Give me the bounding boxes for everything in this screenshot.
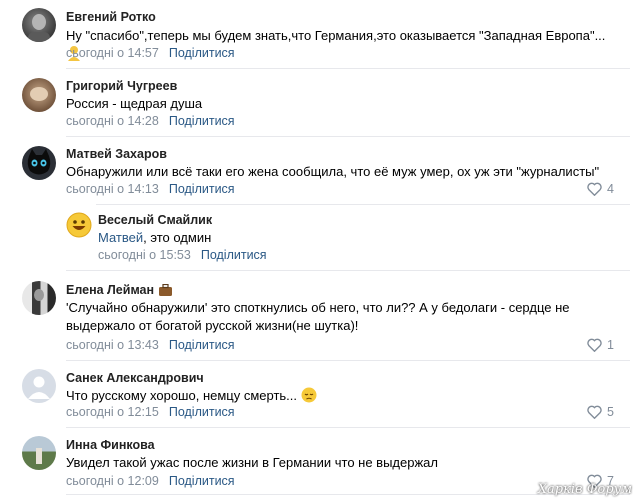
comment-text-body: Ну "спасибо",теперь мы будем знать,что Г…: [66, 28, 606, 43]
comment-time[interactable]: сьогодні о 14:57: [66, 46, 159, 60]
avatar[interactable]: [66, 212, 92, 238]
like-button[interactable]: 4: [587, 182, 614, 196]
watermark: Харків Форум: [537, 482, 632, 497]
like-button[interactable]: 1: [587, 338, 614, 352]
heart-icon: [587, 338, 602, 352]
comment-meta: сьогодні о 14:28 Поділитися: [66, 114, 235, 128]
avatar[interactable]: [22, 146, 56, 180]
comment-author[interactable]: Григорий Чугреев: [66, 79, 177, 93]
share-link[interactable]: Поділитися: [169, 474, 235, 488]
comment-meta: сьогодні о 14:57 Поділитися: [66, 46, 235, 60]
share-link[interactable]: Поділитися: [169, 182, 235, 196]
photo-avatar-green-icon: [36, 448, 42, 464]
comment-meta: сьогодні о 14:13 Поділитися: [66, 182, 235, 196]
comment-time[interactable]: сьогодні о 14:13: [66, 182, 159, 196]
like-count: 5: [607, 405, 614, 419]
comment-meta: сьогодні о 12:15 Поділитися: [66, 405, 235, 419]
heart-icon: [587, 182, 602, 196]
share-link[interactable]: Поділитися: [169, 46, 235, 60]
comment-time[interactable]: сьогодні о 13:43: [66, 338, 159, 352]
share-link[interactable]: Поділитися: [169, 338, 235, 352]
separator: [96, 204, 630, 205]
avatar[interactable]: [22, 436, 56, 470]
separator: [66, 270, 630, 271]
comment-time[interactable]: сьогодні о 15:53: [98, 248, 191, 262]
comment-text: Обнаружили или всё таки его жена сообщил…: [66, 164, 600, 179]
author-name: Елена Лейман: [66, 283, 155, 297]
separator: [66, 136, 630, 137]
separator: [66, 427, 630, 428]
separator: [66, 360, 630, 361]
share-link[interactable]: Поділитися: [169, 405, 235, 419]
comment-text: Россия - щедрая душа: [66, 96, 203, 111]
share-link[interactable]: Поділитися: [169, 114, 235, 128]
comment-text-body: Что русскому хорошо, немцу смерть...: [66, 388, 298, 403]
reply-author[interactable]: Веселый Смайлик: [98, 213, 212, 227]
comment-author[interactable]: Матвей Захаров: [66, 147, 167, 161]
avatar[interactable]: [22, 281, 56, 315]
avatar[interactable]: [22, 8, 56, 42]
comment-author[interactable]: Инна Финкова: [66, 438, 155, 452]
comment-time[interactable]: сьогодні о 12:15: [66, 405, 159, 419]
comment-time[interactable]: сьогодні о 12:09: [66, 474, 159, 488]
separator: [66, 68, 630, 69]
comment-meta: сьогодні о 12:09 Поділитися: [66, 474, 235, 488]
avatar[interactable]: [22, 369, 56, 403]
briefcase-emoji-icon: [158, 283, 173, 300]
share-link[interactable]: Поділитися: [201, 248, 267, 262]
comment-author[interactable]: Санек Александрович: [66, 371, 204, 385]
comment-text: Увидел такой ужас после жизни в Германии…: [66, 455, 438, 470]
heart-icon: [587, 405, 602, 419]
avatar[interactable]: [22, 78, 56, 112]
photo-avatar-dark-icon: [34, 289, 44, 301]
like-count: 1: [607, 338, 614, 352]
photo-avatar-brown-icon: [30, 87, 48, 101]
comment-time[interactable]: сьогодні о 14:28: [66, 114, 159, 128]
reply-text: Матвей, это одмин: [98, 229, 598, 247]
like-button[interactable]: 5: [587, 405, 614, 419]
like-count: 4: [607, 182, 614, 196]
smiley-avatar-icon: [66, 212, 92, 238]
comment-author[interactable]: Евгений Ротко: [66, 10, 156, 24]
reply-text-body: , это одмин: [143, 230, 212, 245]
comment-meta: сьогодні о 13:43 Поділитися: [66, 338, 235, 352]
pensive-emoji-icon: [301, 387, 317, 408]
comment-text: 'Случайно обнаружили' это споткнулись об…: [66, 300, 570, 333]
reply-meta: сьогодні о 15:53 Поділитися: [98, 248, 267, 262]
black-cat-avatar-icon: [27, 149, 51, 175]
default-user-avatar-icon: [28, 376, 50, 399]
reply-mention-link[interactable]: Матвей: [98, 230, 143, 245]
photo-avatar-gray-icon: [28, 14, 50, 42]
comment-author[interactable]: Елена Лейман: [66, 283, 173, 300]
